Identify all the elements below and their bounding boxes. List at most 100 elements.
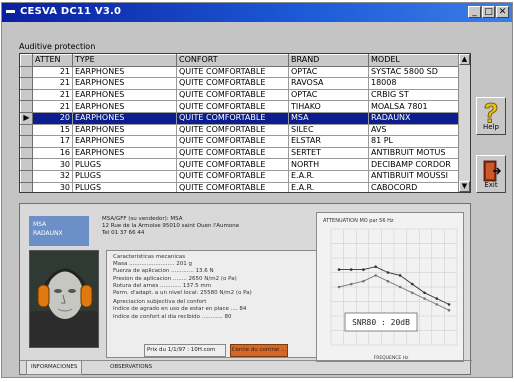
table-row[interactable]: 30 PLUGS QUITE COMFORTABLE E.A.R. CABOCORD xyxy=(20,181,461,192)
exit-button-label: Exit xyxy=(484,181,498,189)
chart-point xyxy=(398,285,402,289)
cell-brand: OPTAC xyxy=(288,89,369,102)
cell-type: EARPHONES xyxy=(72,77,177,90)
detail-model: RADAUNX xyxy=(33,230,63,237)
cell-confort: QUITE COMFORTABLE xyxy=(176,124,289,137)
cell-brand: ELSTAR xyxy=(288,135,369,148)
table-row[interactable]: 21 EARPHONES QUITE COMFORTABLE OPTAC CRBIG S… xyxy=(20,88,461,102)
table-row[interactable]: 16 EARPHONES QUITE COMFORTABLE SERTET ANTIBR… xyxy=(20,146,461,160)
row-indicator[interactable] xyxy=(20,123,33,137)
exit-door-icon xyxy=(483,160,501,182)
column-header-confort[interactable]: CONFORT xyxy=(176,54,289,67)
row-indicator[interactable] xyxy=(20,181,33,192)
table-row[interactable]: 21 EARPHONES QUITE COMFORTABLE OPTAC SYSTAC … xyxy=(20,65,461,79)
cell-atten: 20 xyxy=(32,112,73,125)
cell-confort: QUITE COMFORTABLE xyxy=(176,147,289,160)
table-row[interactable]: ▶ 20 EARPHONES QUITE COMFORTABLE MSA RADAUNX xyxy=(20,111,461,125)
system-menu-icon[interactable] xyxy=(6,10,15,13)
question-mark-icon xyxy=(484,102,498,123)
cell-brand: SERTET xyxy=(288,147,369,160)
row-indicator[interactable] xyxy=(20,88,33,102)
cell-type: PLUGS xyxy=(72,182,177,192)
cell-confort: QUITE COMFORTABLE xyxy=(176,112,289,125)
cell-atten: 30 xyxy=(32,182,73,192)
price-label: Prix du 1/1/97 : 10H.com xyxy=(144,344,226,357)
cell-model: MOALSA 7801 xyxy=(368,100,461,113)
chart-point xyxy=(362,279,365,283)
title-bar: CESVA DC11 V3.0 _ □ ✕ xyxy=(2,3,512,22)
column-header-brand[interactable]: BRAND xyxy=(288,54,369,67)
spec-line: Masa .......................... 201 g xyxy=(113,261,193,268)
app-window: CESVA DC11 V3.0 _ □ ✕ Auditive protectio… xyxy=(1,2,513,378)
cell-type: PLUGS xyxy=(72,170,177,183)
specs-subheading: Apreciacion subjectiva del confort xyxy=(113,299,207,306)
grid-corner xyxy=(20,54,33,67)
row-indicator[interactable] xyxy=(20,135,33,148)
cell-confort: QUITE COMFORTABLE xyxy=(176,170,289,183)
cell-type: EARPHONES xyxy=(72,66,177,79)
attenuation-chart-svg: ATTENUATION MO par 56 Hz FREQUENCE Hz SN… xyxy=(323,218,458,361)
table-row[interactable]: 30 PLUGS QUITE COMFORTABLE NORTH DECIBAMP CO… xyxy=(20,158,461,171)
cell-model: SYSTAC 5800 SD xyxy=(368,66,461,79)
table-row[interactable]: 15 EARPHONES QUITE COMFORTABLE SILEC AVS xyxy=(20,123,461,137)
cell-brand: OPTAC xyxy=(288,66,369,79)
table-row[interactable]: 32 PLUGS QUITE COMFORTABLE E.A.R. ANTIBRUIT … xyxy=(20,169,461,183)
cell-confort: QUITE COMFORTABLE xyxy=(176,89,289,102)
help-button[interactable]: Help xyxy=(476,97,506,135)
group-label: Auditive protection xyxy=(19,42,96,51)
spec-line: Indice de confort al dia recibido ......… xyxy=(113,313,232,320)
protection-grid[interactable]: ATTEN TYPE CONFORT BRAND MODEL 21 EARPHON… xyxy=(19,53,471,193)
table-row[interactable]: 21 EARPHONES QUITE COMFORTABLE RAVOSA 18008 xyxy=(20,77,461,90)
tab-informaciones[interactable]: INFORMACIONES xyxy=(26,361,83,375)
cell-confort: QUITE COMFORTABLE xyxy=(176,77,289,90)
spec-line: Perm. d'adapt. a un nivel local: 25580 N… xyxy=(113,290,252,297)
chart-point xyxy=(374,274,377,277)
cell-atten: 21 xyxy=(32,77,73,90)
row-indicator[interactable] xyxy=(20,146,33,160)
column-header-model[interactable]: MODEL xyxy=(368,54,461,67)
row-indicator[interactable]: ▶ xyxy=(20,111,33,125)
table-row[interactable]: 21 EARPHONES QUITE COMFORTABLE TIHAKO MOALSA… xyxy=(20,100,461,113)
address-line: Tel 01 37 66 44 xyxy=(102,230,145,236)
row-indicator[interactable] xyxy=(20,158,33,171)
snr-label: SNR80 : 20dB xyxy=(352,318,410,327)
row-indicator[interactable] xyxy=(20,65,33,79)
grid-scrollbar[interactable]: ▲ ▼ xyxy=(458,54,470,192)
chart-point xyxy=(362,268,365,271)
column-header-atten[interactable]: ATTEN xyxy=(32,54,73,67)
row-indicator[interactable] xyxy=(20,169,33,183)
spec-line: Fuerza de aplicacion ............. 13.6 … xyxy=(113,268,214,275)
spec-line: Presion de aplicacion ........ 2650 N/m2… xyxy=(113,275,237,282)
specs-heading: Caracteristicas mecanicas xyxy=(113,254,186,260)
contract-button[interactable]: Cercle du contrat ... xyxy=(230,344,288,357)
help-button-label: Help xyxy=(483,123,499,131)
cell-model: ANTIBRUIT MOTUS xyxy=(368,147,461,160)
cell-type: EARPHONES xyxy=(72,100,177,113)
chart-title: ATTENUATION MO par 56 Hz xyxy=(323,218,394,224)
scroll-up-icon[interactable]: ▲ xyxy=(459,54,470,65)
chart-point xyxy=(386,271,390,274)
specifications-panel: Caracteristicas mecanicas Masa .........… xyxy=(106,250,328,358)
row-indicator[interactable] xyxy=(20,77,33,90)
product-photo xyxy=(29,250,99,348)
close-button[interactable]: ✕ xyxy=(496,6,509,18)
spec-line: Rotura del arnes ............ 137.5 mm xyxy=(113,282,212,289)
chart-point xyxy=(337,285,341,289)
scroll-down-icon[interactable]: ▼ xyxy=(459,181,470,192)
cell-model: AVS xyxy=(368,124,461,137)
minimize-button[interactable]: _ xyxy=(468,6,481,18)
row-indicator[interactable] xyxy=(20,100,33,113)
maximize-button[interactable]: □ xyxy=(482,6,495,18)
chart-point xyxy=(349,282,353,286)
cell-model: 81 PL xyxy=(368,135,461,148)
grid-header-row: ATTEN TYPE CONFORT BRAND MODEL xyxy=(20,54,461,67)
tab-observations[interactable]: OBSERVATIONS xyxy=(106,361,156,375)
spec-line: Indice de agrado en uso de estar en plac… xyxy=(113,306,247,313)
exit-button[interactable]: Exit xyxy=(476,155,506,193)
detail-panel: MSA RADAUNX MSA/GFF (su vendedor): MSA 1… xyxy=(19,203,472,375)
cell-type: EARPHONES xyxy=(72,147,177,160)
cell-model: CABOCORD xyxy=(368,182,461,192)
chart-point xyxy=(447,308,451,312)
column-header-type[interactable]: TYPE xyxy=(72,54,177,67)
table-row[interactable]: 17 EARPHONES QUITE COMFORTABLE ELSTAR 81 PL xyxy=(20,135,461,148)
